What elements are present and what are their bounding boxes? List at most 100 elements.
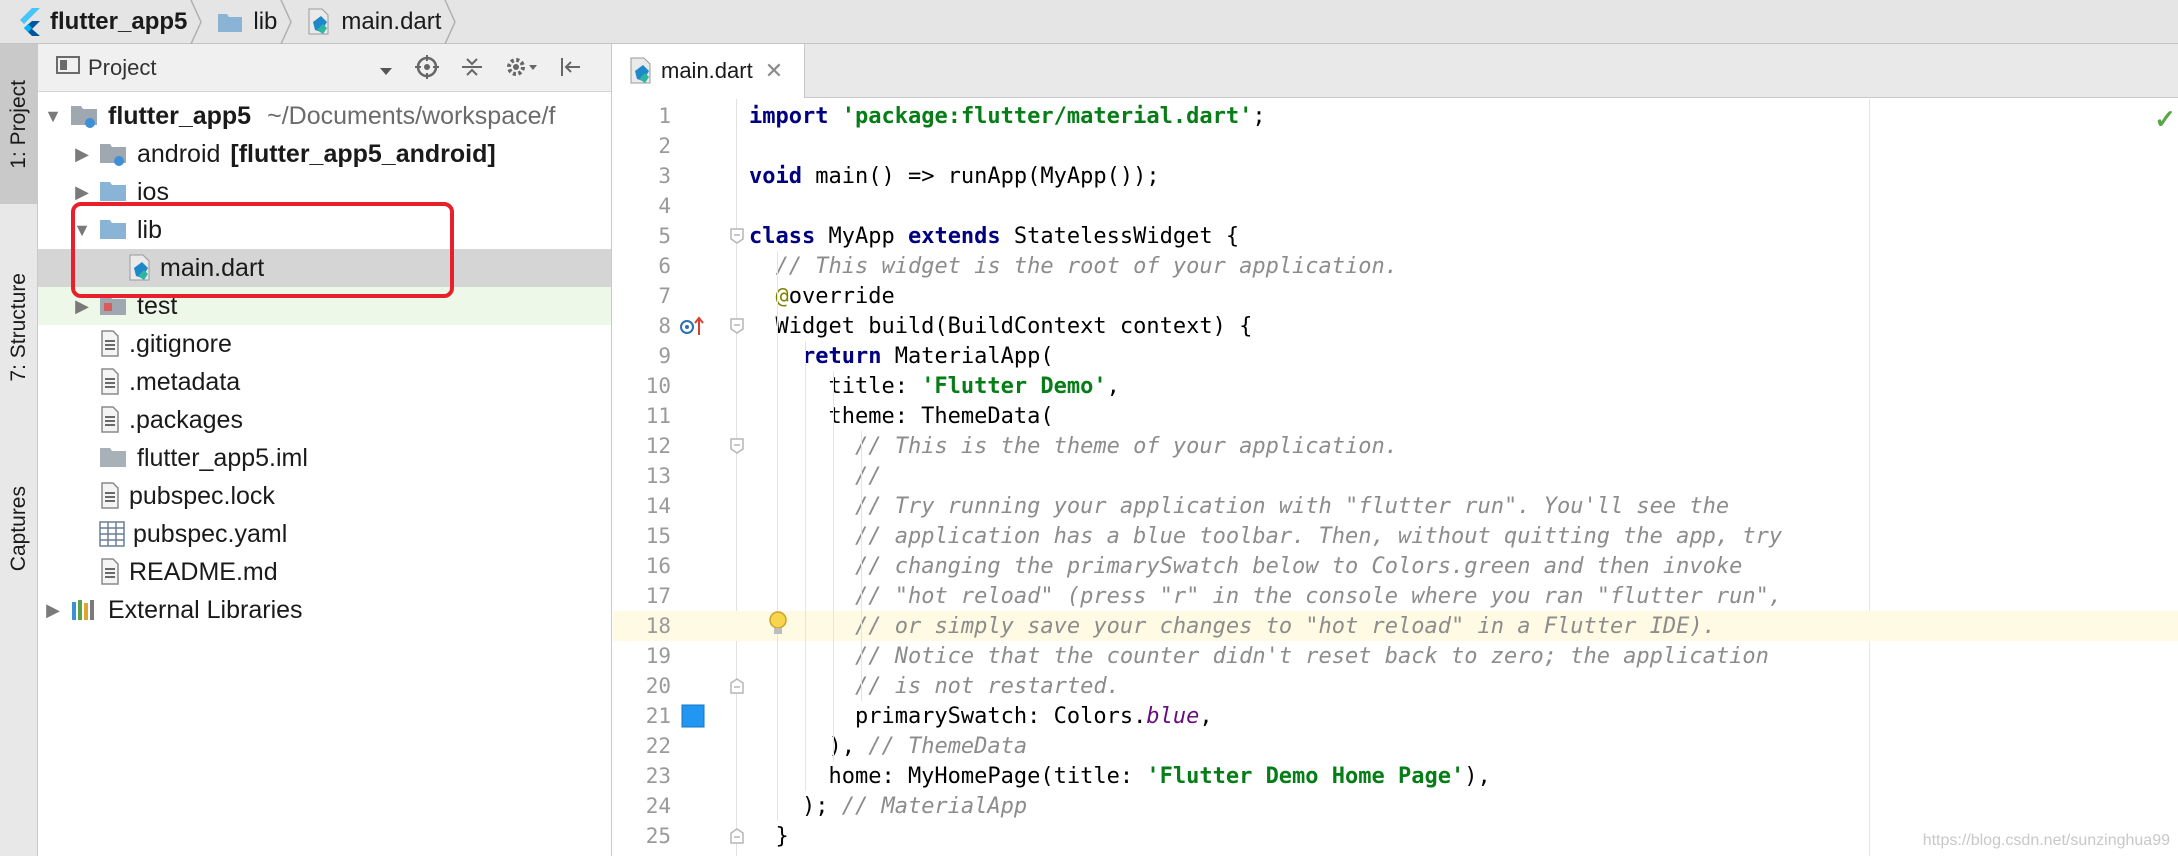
code-text: ); // MaterialApp	[749, 793, 1028, 819]
tree-item-flutter-app5[interactable]: ▼ flutter_app5 ~/Documents/workspace/f	[38, 97, 611, 135]
fold-end-marker-icon[interactable]	[729, 676, 745, 701]
line-number: 22	[645, 734, 671, 758]
indent-guide	[805, 341, 806, 791]
code-line[interactable]: 22 ), // ThemeData	[613, 731, 2178, 761]
code-line[interactable]: 16 // changing the primarySwatch below t…	[613, 551, 2178, 581]
tree-item-android[interactable]: ▶ android [flutter_app5_android]	[38, 135, 611, 173]
code-line[interactable]: 10 title: 'Flutter Demo',	[613, 371, 2178, 401]
code-line[interactable]: 19 // Notice that the counter didn't res…	[613, 641, 2178, 671]
breadcrumb: flutter_app5 lib main.dart	[0, 0, 2178, 44]
code-line[interactable]: 17 // "hot reload" (press "r" in the con…	[613, 581, 2178, 611]
tree-item-gitignore[interactable]: .gitignore	[38, 325, 611, 363]
line-number: 18	[645, 614, 671, 638]
code-line[interactable]: 12 // This is the theme of your applicat…	[613, 431, 2178, 461]
color-swatch-icon[interactable]	[681, 704, 705, 734]
project-panel-title: Project	[88, 54, 157, 80]
fold-marker-icon[interactable]	[729, 226, 745, 251]
view-dropdown-icon[interactable]	[378, 57, 394, 83]
tool-tab-project[interactable]: 1: Project	[0, 44, 38, 204]
tree-item-pubspec-yaml[interactable]: pubspec.yaml	[38, 515, 611, 553]
tree-item-readme-md[interactable]: README.md	[38, 553, 611, 591]
code-line[interactable]: 11 theme: ThemeData(	[613, 401, 2178, 431]
code-area[interactable]: 1 import 'package:flutter/material.dart';…	[613, 99, 2178, 856]
code-line[interactable]: 21 primarySwatch: Colors.blue,	[613, 701, 2178, 731]
code-line[interactable]: 20 // is not restarted.	[613, 671, 2178, 701]
settings-gear-icon[interactable]	[504, 54, 538, 86]
tree-item-main-dart[interactable]: main.dart	[38, 249, 611, 287]
code-text: // application has a blue toolbar. Then,…	[854, 523, 1783, 549]
fold-end-marker-icon[interactable]	[729, 826, 745, 851]
tree-item-external-libraries[interactable]: ▶ External Libraries	[38, 591, 611, 629]
code-line[interactable]: 7 @override	[613, 281, 2178, 311]
tool-tab-captures[interactable]: Captures	[0, 454, 38, 604]
expand-arrow-right-icon[interactable]: ▶	[71, 296, 93, 317]
tree-item-pubspec-lock[interactable]: pubspec.lock	[38, 477, 611, 515]
code-text: // This is the theme of your application…	[854, 433, 1399, 459]
expand-arrow-down-icon[interactable]: ▼	[42, 106, 64, 127]
expand-arrow-right-icon[interactable]: ▶	[42, 600, 64, 621]
tree-item-lib[interactable]: ▼ lib	[38, 211, 611, 249]
code-text: return MaterialApp(	[801, 343, 1054, 369]
expand-arrow-down-icon[interactable]: ▼	[71, 220, 93, 241]
project-panel-header: Project	[38, 44, 611, 92]
code-line[interactable]: 5 class MyApp extends StatelessWidget {	[613, 221, 2178, 251]
tool-tab-structure[interactable]: 7: Structure	[0, 222, 38, 432]
tree-item-label: test	[137, 291, 178, 320]
close-tab-icon[interactable]: ✕	[765, 58, 783, 84]
lightbulb-icon[interactable]	[767, 611, 789, 643]
editor-tab-bar: main.dart ✕	[613, 44, 2178, 98]
code-line[interactable]: 14 // Try running your application with …	[613, 491, 2178, 521]
dart-file-icon	[307, 8, 331, 36]
code-line[interactable]: 18 // or simply save your changes to "ho…	[613, 611, 2178, 641]
text-file-icon	[99, 406, 121, 434]
folder-icon	[99, 217, 129, 243]
code-line[interactable]: 15 // application has a blue toolbar. Th…	[613, 521, 2178, 551]
code-text: primarySwatch: Colors.blue,	[749, 703, 1213, 729]
tree-item-label: flutter_app5.iml	[137, 443, 308, 472]
tab-label: main.dart	[661, 58, 753, 83]
tree-item-label: .gitignore	[129, 329, 232, 358]
tree-item-ios[interactable]: ▶ ios	[38, 173, 611, 211]
code-line[interactable]: 13 //	[613, 461, 2178, 491]
fold-marker-icon[interactable]	[729, 436, 745, 461]
tree-item-metadata[interactable]: .metadata	[38, 363, 611, 401]
line-number: 10	[645, 374, 671, 398]
collapse-all-icon[interactable]	[460, 55, 484, 85]
code-line[interactable]: 8 Widget build(BuildContext context) {	[613, 311, 2178, 341]
breadcrumb-item-file[interactable]: main.dart	[289, 0, 457, 44]
tree-item-test[interactable]: ▶ test	[38, 287, 611, 325]
override-method-icon[interactable]	[679, 315, 705, 343]
line-number: 12	[645, 434, 671, 458]
breadcrumb-item-lib[interactable]: lib	[199, 0, 293, 44]
code-line[interactable]: 23 home: MyHomePage(title: 'Flutter Demo…	[613, 761, 2178, 791]
dart-file-icon	[629, 57, 653, 85]
tab-main-dart[interactable]: main.dart ✕	[613, 44, 805, 98]
code-line[interactable]: 6 // This widget is the root of your app…	[613, 251, 2178, 281]
hide-panel-icon[interactable]	[558, 55, 582, 85]
line-number: 16	[645, 554, 671, 578]
fold-marker-icon[interactable]	[729, 316, 745, 341]
tree-item-packages[interactable]: .packages	[38, 401, 611, 439]
line-number: 21	[645, 704, 671, 728]
line-number: 8	[658, 314, 671, 338]
tool-tab-label: 1: Project	[7, 79, 30, 169]
code-line[interactable]: 4	[613, 191, 2178, 221]
tree-item-flutter-app5-iml[interactable]: flutter_app5.iml	[38, 439, 611, 477]
line-number: 11	[645, 404, 671, 428]
code-line[interactable]: 2	[613, 131, 2178, 161]
expand-arrow-right-icon[interactable]: ▶	[71, 182, 93, 203]
yaml-table-icon	[99, 521, 125, 547]
libraries-icon	[70, 598, 100, 622]
line-number: 23	[645, 764, 671, 788]
code-text: }	[749, 823, 789, 849]
expand-arrow-right-icon[interactable]: ▶	[71, 144, 93, 165]
breadcrumb-item-project[interactable]: flutter_app5	[0, 0, 203, 44]
locate-file-icon[interactable]	[414, 54, 440, 86]
tree-item-label: .metadata	[129, 367, 241, 396]
code-line[interactable]: 3 void main() => runApp(MyApp());	[613, 161, 2178, 191]
inspection-ok-icon[interactable]: ✓	[2154, 104, 2176, 135]
code-line[interactable]: 24 ); // MaterialApp	[613, 791, 2178, 821]
code-line[interactable]: 1 import 'package:flutter/material.dart';	[613, 101, 2178, 131]
code-line[interactable]: 9 return MaterialApp(	[613, 341, 2178, 371]
tree-item-extra: ~/Documents/workspace/f	[267, 101, 556, 130]
